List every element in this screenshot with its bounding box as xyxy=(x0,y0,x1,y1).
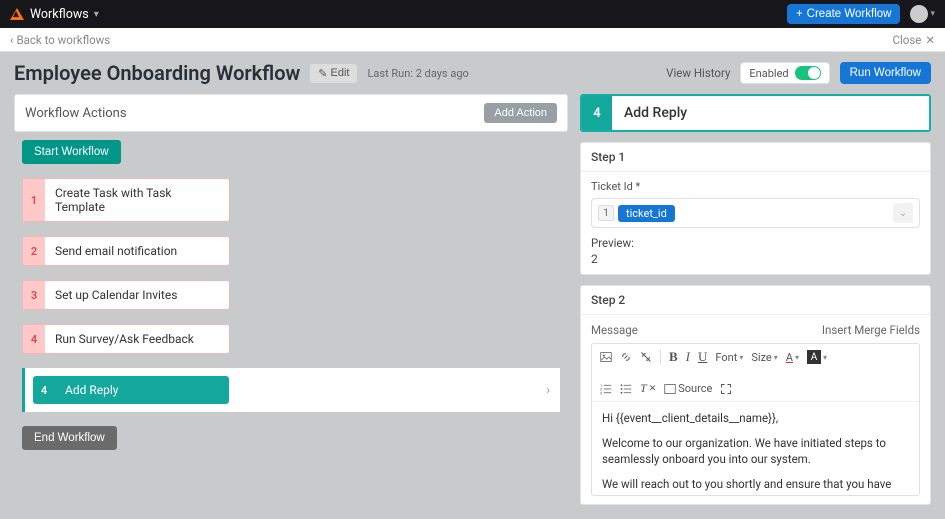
workflow-step-selected[interactable]: 4 Add Reply › xyxy=(22,368,560,412)
numbered-list-icon[interactable]: 123 xyxy=(600,383,612,395)
close-button[interactable]: Close ✕ xyxy=(892,33,935,47)
link-icon[interactable] xyxy=(620,351,632,363)
font-dropdown[interactable]: Font ▾ xyxy=(715,351,743,364)
main-content: Workflow Actions Add Action Start Workfl… xyxy=(0,94,945,519)
rich-text-editor: B I U Font ▾ Size ▾ A ▾ A ▾ 123 T✕ Sourc… xyxy=(591,343,920,496)
chevron-down-icon: ▾ xyxy=(795,353,799,362)
step2-card: Step 2 Message Insert Merge Fields B I U xyxy=(580,285,931,505)
enabled-label: Enabled xyxy=(749,67,788,80)
step-number: 4 xyxy=(33,376,55,404)
unlink-icon[interactable] xyxy=(640,351,652,363)
app-menu-label[interactable]: Workflows xyxy=(30,7,89,22)
chevron-down-icon[interactable]: ▾ xyxy=(94,9,99,20)
edit-title-button[interactable]: ✎ Edit xyxy=(310,64,357,83)
chevron-right-icon: › xyxy=(546,383,550,398)
step-detail-panel: 4 Add Reply Step 1 Ticket Id * 1 ticket_… xyxy=(580,94,931,505)
svg-text:3: 3 xyxy=(600,391,602,395)
message-line: Hi {{event__client_details__name}}, xyxy=(602,410,909,427)
detail-header: 4 Add Reply xyxy=(580,94,931,132)
enabled-toggle[interactable] xyxy=(795,66,821,80)
step-label: Add Reply xyxy=(55,376,229,404)
workflow-step[interactable]: 2 Send email notification xyxy=(22,236,230,266)
bg-color-button[interactable]: A ▾ xyxy=(807,350,827,364)
chevron-down-icon: ▾ xyxy=(739,353,743,362)
step-number: 3 xyxy=(23,281,45,309)
chevron-down-icon: ▾ xyxy=(774,353,778,362)
step2-title: Step 2 xyxy=(581,286,930,315)
step-label: Create Task with Task Template xyxy=(45,179,229,221)
step-label: Send email notification xyxy=(45,237,229,265)
actions-list: Start Workflow 1 Create Task with Task T… xyxy=(14,132,568,505)
ticket-id-label: Ticket Id * xyxy=(591,180,920,193)
plus-icon: + xyxy=(796,8,803,20)
message-line: Welcome to our organization. We have ini… xyxy=(602,435,909,468)
actions-panel-title: Workflow Actions xyxy=(25,106,127,121)
bold-button[interactable]: B xyxy=(669,349,678,365)
step-number: 4 xyxy=(23,325,45,353)
image-icon[interactable] xyxy=(600,351,612,363)
chevron-down-icon[interactable]: ⌄ xyxy=(893,203,913,223)
chevron-down-icon: ▾ xyxy=(823,353,827,362)
user-avatar[interactable] xyxy=(910,5,928,23)
text-color-button[interactable]: A ▾ xyxy=(786,351,799,364)
create-workflow-button[interactable]: + Create Workflow xyxy=(787,4,901,24)
create-workflow-label: Create Workflow xyxy=(807,8,892,20)
actions-panel-header: Workflow Actions Add Action xyxy=(14,94,568,132)
title-bar: Employee Onboarding Workflow ✎ Edit Last… xyxy=(0,52,945,94)
close-icon: ✕ xyxy=(925,33,935,47)
message-label: Message xyxy=(591,323,638,337)
run-workflow-button[interactable]: Run Workflow xyxy=(840,62,931,84)
detail-step-label: Add Reply xyxy=(612,96,699,130)
message-line: We will reach out to you shortly and ens… xyxy=(602,476,909,495)
clear-format-icon[interactable]: T✕ xyxy=(640,381,656,396)
detail-step-number: 4 xyxy=(582,96,612,130)
chip-ticket-id[interactable]: ticket_id xyxy=(618,205,675,222)
start-workflow-button[interactable]: Start Workflow xyxy=(22,140,121,164)
page-title: Employee Onboarding Workflow xyxy=(14,61,300,85)
source-button[interactable]: Source xyxy=(664,382,712,395)
step-number: 1 xyxy=(23,179,45,221)
back-link-label: Back to workflows xyxy=(16,33,110,47)
end-workflow-button[interactable]: End Workflow xyxy=(22,426,117,450)
add-action-button[interactable]: Add Action xyxy=(484,103,557,123)
last-run-text: Last Run: 2 days ago xyxy=(367,67,468,80)
chip-number: 1 xyxy=(598,205,614,221)
breadcrumb-bar: ‹ Back to workflows Close ✕ xyxy=(0,28,945,52)
preview-label: Preview: xyxy=(591,236,920,250)
maximize-icon[interactable] xyxy=(720,383,732,395)
step1-title: Step 1 xyxy=(581,143,930,172)
workflow-actions-panel: Workflow Actions Add Action Start Workfl… xyxy=(14,94,568,505)
edit-label: Edit xyxy=(331,67,350,79)
app-logo-icon xyxy=(10,8,24,20)
topbar: Workflows ▾ + Create Workflow ▾ xyxy=(0,0,945,28)
ticket-id-input[interactable]: 1 ticket_id ⌄ xyxy=(591,198,920,228)
editor-toolbar: B I U Font ▾ Size ▾ A ▾ A ▾ 123 T✕ Sourc… xyxy=(592,344,919,402)
pencil-icon: ✎ xyxy=(318,67,327,80)
workflow-step[interactable]: 4 Run Survey/Ask Feedback xyxy=(22,324,230,354)
workflow-step[interactable]: 1 Create Task with Task Template xyxy=(22,178,230,222)
italic-button[interactable]: I xyxy=(686,349,690,365)
bullet-list-icon[interactable] xyxy=(620,383,632,395)
back-link[interactable]: ‹ Back to workflows xyxy=(10,33,110,47)
enabled-toggle-container: Enabled xyxy=(740,62,829,84)
insert-merge-fields-link[interactable]: Insert Merge Fields xyxy=(822,323,920,337)
chevron-down-icon[interactable]: ▾ xyxy=(930,9,935,19)
view-history-link[interactable]: View History xyxy=(666,66,730,80)
chevron-left-icon: ‹ xyxy=(10,33,13,47)
step1-card: Step 1 Ticket Id * 1 ticket_id ⌄ Preview… xyxy=(580,142,931,275)
preview-value: 2 xyxy=(591,252,920,266)
underline-button[interactable]: U xyxy=(698,349,707,365)
step-label: Set up Calendar Invites xyxy=(45,281,229,309)
close-label: Close xyxy=(892,33,921,47)
workflow-step[interactable]: 3 Set up Calendar Invites xyxy=(22,280,230,310)
editor-content[interactable]: Hi {{event__client_details__name}}, Welc… xyxy=(592,402,919,495)
step-label: Run Survey/Ask Feedback xyxy=(45,325,229,353)
step-number: 2 xyxy=(23,237,45,265)
size-dropdown[interactable]: Size ▾ xyxy=(751,351,777,364)
